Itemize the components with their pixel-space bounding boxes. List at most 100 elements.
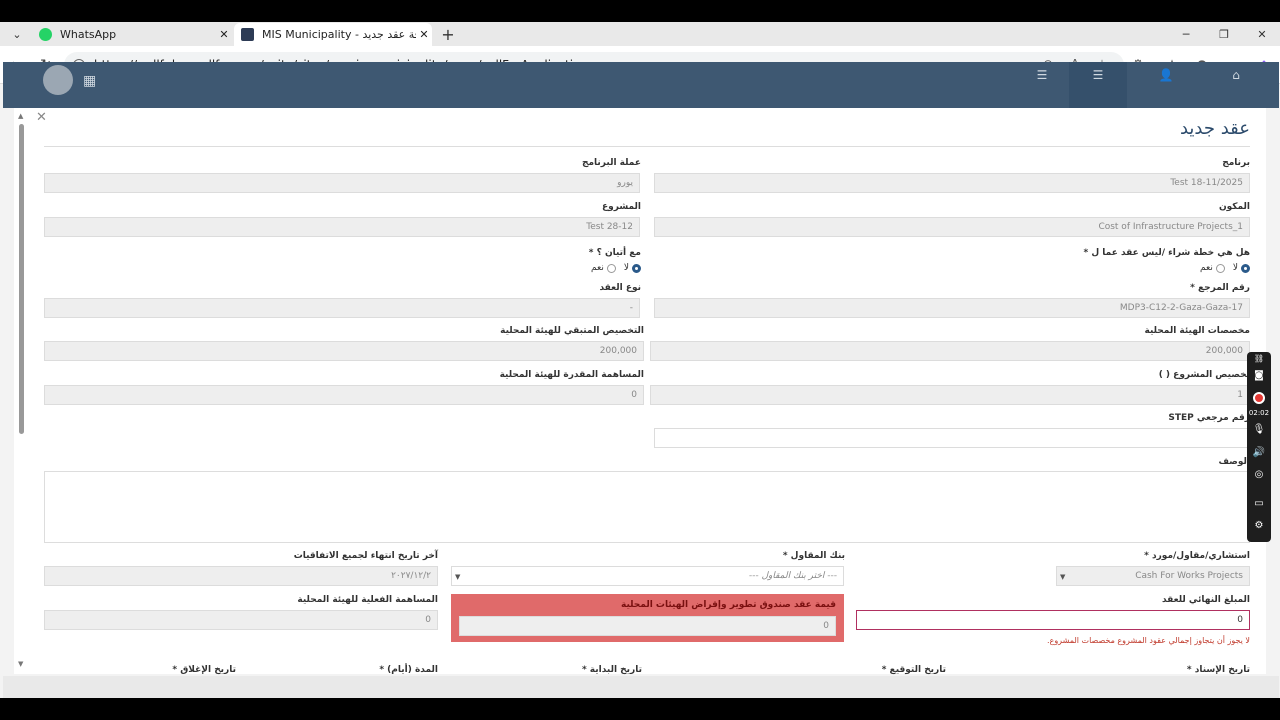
tab-bar: ⌄ WhatsApp ✕ MIS Municipality - إضافة عق… — [0, 22, 1280, 46]
program-field: Test 18-11/2025 — [654, 173, 1250, 193]
nav-item-home[interactable]: ⌂ — [1207, 62, 1265, 108]
radio-label: لا — [1232, 263, 1238, 273]
project-label: المشروع — [602, 202, 641, 212]
purchase-plan-label: هل هي خطة شراء /ليس عقد عما ل * — [1083, 248, 1251, 258]
speaker-icon[interactable]: 🔊 — [1247, 447, 1271, 458]
consultant-select[interactable]: Cash For Works Projects — [1056, 566, 1250, 586]
tab-title: MIS Municipality - إضافة عقد جديد — [262, 28, 416, 41]
divider — [44, 146, 1250, 147]
screen-recorder-panel: ⛓ ◙ 02:02 🎙 🔊 ◎ ▭ ⚙ — [1247, 352, 1271, 542]
actual-contrib-field: 0 — [44, 610, 438, 630]
radio-label: نعم — [591, 263, 604, 273]
mis-icon — [241, 28, 254, 41]
program-label: برنامج — [1222, 158, 1250, 168]
radio-no[interactable]: لا — [624, 263, 641, 273]
radio-yes[interactable]: نعم — [1200, 263, 1225, 273]
restore-icon[interactable]: ❐ — [1213, 26, 1235, 42]
error-message: لا يجوز أن يتجاوز إجمالي عقود المشروع مخ… — [1047, 636, 1250, 645]
sign-date-label: تاريخ التوقيع * — [881, 665, 946, 675]
project-field: Test 28-12 — [44, 217, 640, 237]
project-alloc-field: 1 — [650, 385, 1250, 405]
close-icon[interactable]: ✕ — [36, 110, 47, 125]
mdlf-value-field: 0 — [459, 616, 836, 636]
radio-button[interactable] — [606, 263, 616, 273]
close-date-label: تاريخ الإغلاق * — [172, 665, 236, 675]
recording-timer: 02:02 — [1248, 409, 1270, 417]
contract-type-field: - — [44, 298, 640, 318]
consultant-label: استشاري/مقاول/مورد * — [1144, 551, 1250, 561]
tab-mis[interactable]: MIS Municipality - إضافة عقد جديد ✕ — [234, 23, 432, 46]
radio-yes[interactable]: نعم — [591, 263, 616, 273]
lgu-alloc-label: مخصصات الهيئة المحلية — [1144, 326, 1251, 336]
radio-button[interactable] — [632, 263, 641, 273]
microphone-icon[interactable]: 🎙 — [1247, 424, 1271, 435]
list-icon: ☰ — [1036, 68, 1048, 82]
bank-label: بنك المقاول * — [782, 551, 845, 561]
ref-no-label: رقم المرجع * — [1190, 283, 1250, 293]
description-label: الوصف — [1218, 457, 1250, 467]
component-field: Cost of Infrastructure Projects_1 — [654, 217, 1250, 237]
radio-button[interactable] — [1215, 263, 1225, 273]
app-header: ▦ ☰ ☰ 👤 ⌂ — [3, 62, 1279, 108]
home-icon: ⌂ — [1232, 68, 1240, 82]
project-alloc-label: تخصيص المشروع ( ) — [1158, 370, 1250, 380]
new-tab-icon[interactable]: + — [437, 25, 459, 44]
close-window-icon[interactable]: ✕ — [1251, 26, 1273, 42]
tab-list-icon[interactable]: ⌄ — [6, 26, 28, 42]
remaining-alloc-field: 200,000 — [44, 341, 644, 361]
radio-button[interactable] — [1241, 263, 1250, 273]
step-ref-label: رقم مرجعي STEP — [1168, 413, 1250, 423]
nav-item-user[interactable]: 👤 — [1137, 62, 1195, 108]
chevron-down-icon[interactable]: ▼ — [455, 573, 460, 581]
tab-whatsapp[interactable]: WhatsApp ✕ — [32, 23, 232, 46]
start-date-label: تاريخ البداية * — [581, 665, 642, 675]
bank-select[interactable]: --- اختر بنك المقاول --- — [451, 566, 844, 586]
minimize-icon[interactable]: ─ — [1175, 26, 1197, 42]
menu-icon: ☰ — [1092, 68, 1104, 82]
scroll-thumb[interactable] — [19, 124, 24, 434]
close-tab-icon[interactable]: ✕ — [416, 28, 432, 41]
screen-icon[interactable]: ▭ — [1247, 498, 1271, 509]
final-amount-label: المبلغ النهائي للعقد — [1161, 595, 1250, 605]
step-ref-input[interactable] — [654, 428, 1250, 448]
link-icon[interactable]: ⛓ — [1247, 354, 1271, 363]
last-end-date-label: آخر تاريخ انتهاء لجميع الاتفاقيات — [293, 551, 438, 561]
radio-no[interactable]: لا — [1233, 263, 1250, 273]
currency-label: عملة البرنامج — [581, 158, 641, 168]
with-fee-radios: لا نعم — [591, 263, 641, 273]
currency-field: يورو — [44, 173, 640, 193]
avatar[interactable] — [43, 65, 73, 95]
new-contract-modal: ▲ ▼ ✕ عقد جديد برنامج Test 18-11/2025 عم… — [14, 108, 1266, 675]
whatsapp-icon — [39, 28, 52, 41]
scrollbar[interactable]: ▲ ▼ — [18, 112, 26, 668]
ref-no-field: MDP3-C12-2-Gaza-Gaza-17 — [654, 298, 1250, 318]
nav-item[interactable]: ☰ — [1013, 62, 1071, 108]
radio-label: لا — [623, 263, 629, 273]
modal-title: عقد جديد — [1179, 118, 1250, 139]
scroll-down-icon[interactable]: ▼ — [18, 660, 23, 668]
close-tab-icon[interactable]: ✕ — [216, 28, 232, 41]
settings-gear-icon[interactable]: ⚙ — [1247, 520, 1271, 531]
webcam-off-icon[interactable]: ◎ — [1247, 469, 1271, 480]
scroll-up-icon[interactable]: ▲ — [18, 112, 23, 120]
contract-type-label: نوع العقد — [599, 283, 641, 293]
description-textarea[interactable] — [44, 471, 1250, 543]
duration-label: المدة (أيام) * — [379, 665, 438, 675]
purchase-plan-radios: لا نعم — [1200, 263, 1250, 273]
est-contrib-label: المساهمة المقدرة للهيئة المحلية — [499, 370, 644, 380]
actual-contrib-label: المساهمة الفعلية للهيئة المحلية — [297, 595, 438, 605]
final-amount-input[interactable]: 0 — [856, 610, 1250, 630]
nav-item-selected[interactable]: ☰ — [1069, 62, 1127, 108]
mdlf-value-error-box: قيمة عقد صندوق تطوير وإقراض الهيئات المح… — [451, 594, 844, 642]
record-icon[interactable] — [1253, 392, 1265, 404]
apps-grid-icon[interactable]: ▦ — [83, 73, 96, 89]
with-fee-label: مع أتيان ؟ * — [588, 248, 641, 258]
tab-title: WhatsApp — [60, 28, 117, 41]
chevron-down-icon[interactable]: ▼ — [1060, 573, 1065, 581]
mdlf-value-label: قيمة عقد صندوق تطوير وإقراض الهيئات المح… — [621, 600, 836, 610]
est-contrib-field: 0 — [44, 385, 644, 405]
radio-label: نعم — [1200, 263, 1213, 273]
component-label: المكون — [1218, 202, 1250, 212]
last-end-date-field: ٢٠٢٧/١٢/٢ — [44, 566, 438, 586]
camera-icon[interactable]: ◙ — [1247, 370, 1271, 381]
